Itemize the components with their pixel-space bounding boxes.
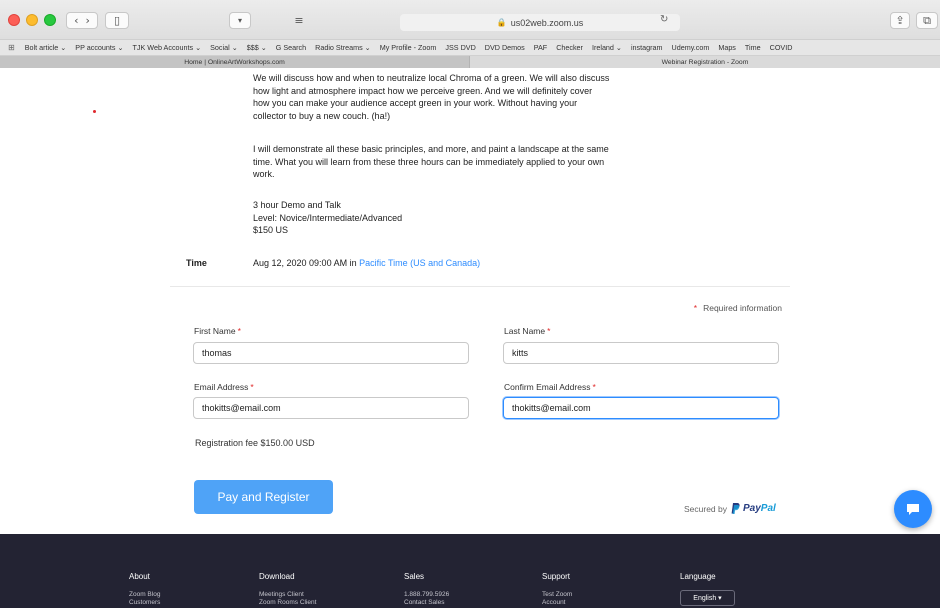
required-asterisk: * [693,303,698,313]
bookmark-item[interactable]: Maps [718,43,736,52]
sidebar-toggle-button[interactable]: ▯ [105,12,129,29]
footer-link[interactable]: Zoom Rooms Client [259,599,316,607]
email-input[interactable]: thokitts@email.com [193,397,469,419]
confirm-email-input[interactable]: thokitts@email.com [503,397,779,419]
secured-by-paypal: Secured by PayPal [684,503,776,514]
first-name-input[interactable]: thomas [193,342,469,364]
address-text: us02web.zoom.us [510,17,584,28]
close-window-icon[interactable] [8,14,20,26]
bookmark-item[interactable]: PP accounts ⌄ [75,43,123,52]
share-icon: ⇪ [895,14,905,27]
section-divider [170,286,790,287]
fullscreen-window-icon[interactable] [44,14,56,26]
footer-link[interactable]: Contact Sales [404,599,449,607]
first-name-label: First Name * [194,326,241,336]
time-value: Aug 12, 2020 09:00 AM in Pacific Time (U… [253,258,481,268]
footer-column-support: Support Test Zoom Account [542,572,573,607]
lock-icon: 🔒 [496,18,507,27]
chat-support-button[interactable] [894,490,932,528]
language-select[interactable]: English ▾ [680,590,735,606]
bookmark-item[interactable]: TJK Web Accounts ⌄ [133,43,202,52]
shield-icon: ▾ [237,16,242,25]
footer-link[interactable]: Customers [129,599,160,607]
bookmarks-grid-icon[interactable]: ⊞ [8,43,15,52]
bookmarks-bar: ⊞ Bolt article ⌄ PP accounts ⌄ TJK Web A… [0,40,940,56]
shield-extension-button[interactable]: ▾ [229,12,251,29]
description-paragraph-3: 3 hour Demo and Talk Level: Novice/Inter… [253,200,403,235]
paypal-logo-icon [731,503,740,514]
tabs-icon: ⧉ [923,13,931,27]
paypal-wordmark: PayPal [743,503,776,514]
registration-fee: Registration fee $150.00 USD [195,438,315,448]
description-paragraph-1: We will discuss how and when to neutrali… [253,73,610,121]
description-paragraph-2: I will demonstrate all these basic princ… [253,144,609,179]
bookmark-item[interactable]: Bolt article ⌄ [25,43,67,52]
bookmark-item[interactable]: Radio Streams ⌄ [315,43,371,52]
bookmark-item[interactable]: Ireland ⌄ [592,43,622,52]
bookmark-item[interactable]: COVID [770,43,793,52]
bookmark-item[interactable]: Checker [556,43,583,52]
reader-button[interactable]: ≡ [289,12,309,29]
reload-icon[interactable]: ↻ [660,14,668,25]
footer-link[interactable]: Test Zoom [542,591,572,599]
required-note: * Required information [693,303,782,313]
back-forward-buttons[interactable]: ‹ › [66,12,98,29]
browser-toolbar: ‹ › ▯ ▾ ≡ 🔒 us02web.zoom.us ↻ ⇪ ⧉ [0,0,940,40]
bookmark-item[interactable]: Time [745,43,761,52]
email-label: Email Address * [194,382,254,392]
back-icon[interactable]: ‹ [74,14,78,27]
bookmark-item[interactable]: DVD Demos [485,43,525,52]
footer-link[interactable]: Zoom Blog [129,591,160,599]
bookmark-item[interactable]: $$$ ⌄ [247,43,267,52]
tab-bar: Home | OnlineArtWorkshops.com Webinar Re… [0,56,940,68]
footer-link[interactable]: 1.888.799.5926 [404,591,449,599]
bookmark-item[interactable]: PAF [534,43,547,52]
sidebar-icon: ▯ [113,14,121,27]
minimize-window-icon[interactable] [26,14,38,26]
bookmark-item[interactable]: Udemy.com [672,43,710,52]
chat-bubble-icon [907,503,919,515]
new-tab-button[interactable]: ⧉ [916,12,938,29]
bookmark-item[interactable]: JSS DVD [445,43,475,52]
bookmark-item[interactable]: instagram [631,43,663,52]
bookmark-item[interactable]: G Search [276,43,306,52]
last-name-label: Last Name * [504,326,551,336]
confirm-email-label: Confirm Email Address * [504,382,596,392]
tab-webinar-registration[interactable]: Webinar Registration - Zoom [470,56,940,68]
bookmark-item[interactable]: My Profile - Zoom [380,43,437,52]
last-name-input[interactable]: kitts [503,342,779,364]
footer-column-download: Download Meetings Client Zoom Rooms Clie… [259,572,317,607]
decorative-dot [93,110,96,113]
footer-column-language: Language [680,572,716,581]
pay-and-register-button[interactable]: Pay and Register [194,480,333,514]
timezone-link[interactable]: Pacific Time (US and Canada) [359,258,480,268]
footer-column-sales: Sales 1.888.799.5926 Contact Sales [404,572,450,607]
tab-online-art-workshops[interactable]: Home | OnlineArtWorkshops.com [0,56,470,68]
footer-link[interactable]: Meetings Client [259,591,316,599]
footer-link[interactable]: Account [542,599,572,607]
time-label: Time [186,258,207,268]
share-button[interactable]: ⇪ [890,12,910,29]
page-content: We will discuss how and when to neutrali… [0,68,940,608]
reader-icon: ≡ [294,14,304,27]
page-footer: About Zoom Blog Customers Download Meeti… [0,534,940,608]
address-bar[interactable]: 🔒 us02web.zoom.us [400,14,680,31]
footer-column-about: About Zoom Blog Customers [129,572,161,607]
forward-icon[interactable]: › [86,14,90,27]
bookmark-item[interactable]: Social ⌄ [210,43,238,52]
